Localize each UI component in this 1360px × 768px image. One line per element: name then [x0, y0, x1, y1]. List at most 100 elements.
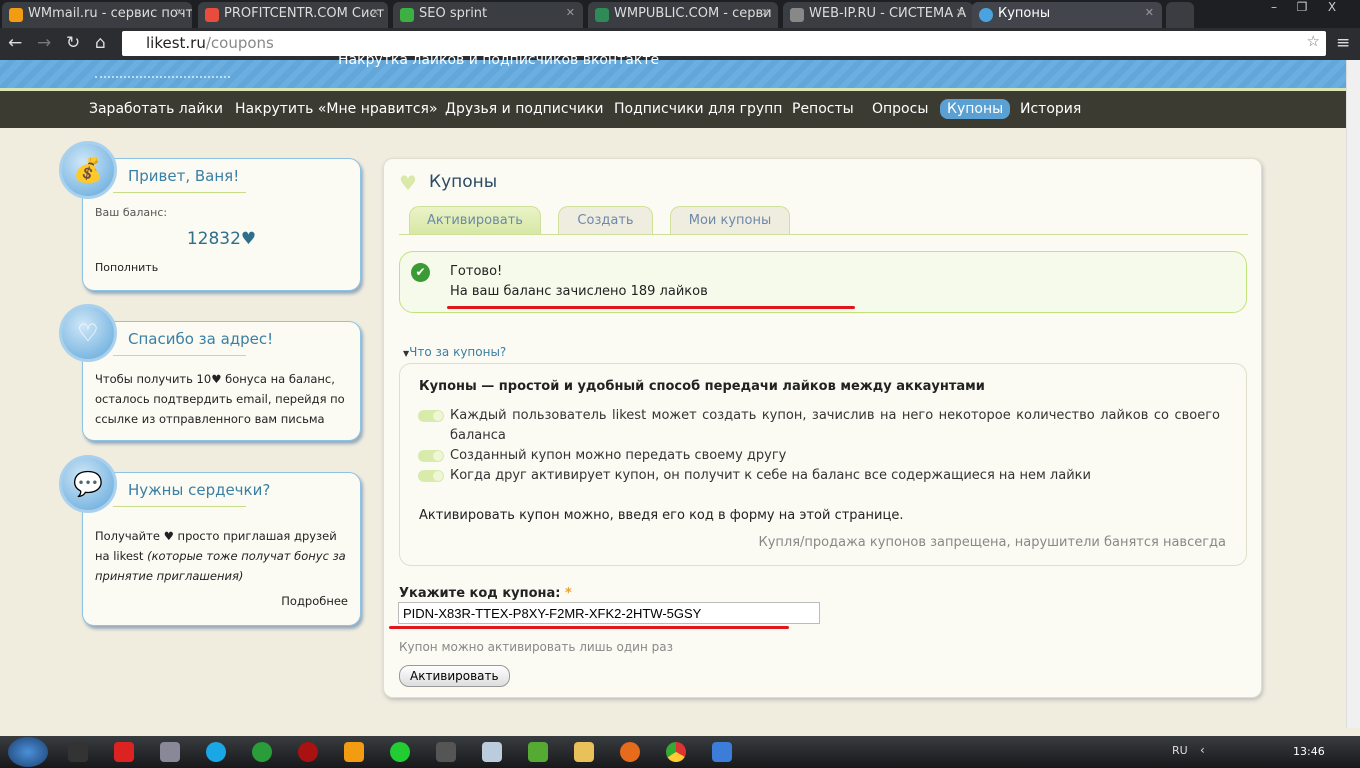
close-tab-icon[interactable]: ✕: [371, 6, 380, 19]
windows-taskbar: RU ‹ 13:46: [0, 736, 1360, 768]
tab-favicon-icon: [790, 8, 804, 22]
check-icon: ✔: [411, 263, 430, 282]
browser-tab[interactable]: WMmail.ru - сервис почт ✕: [2, 2, 192, 28]
menu-item-group-subscribers[interactable]: Подписчики для групп: [607, 99, 789, 119]
faq-box: Купоны — простой и удобный способ переда…: [399, 363, 1247, 566]
menu-item-polls[interactable]: Опросы: [865, 99, 935, 119]
browser-tab[interactable]: PROFITCENTR.COM Сист ✕: [198, 2, 388, 28]
home-icon[interactable]: ⌂: [95, 33, 106, 53]
tab-activate[interactable]: Активировать: [409, 206, 541, 235]
tab-label: Купоны: [998, 6, 1051, 21]
address-bar[interactable]: likest.ru/coupons ☆: [122, 31, 1326, 56]
notepad-icon[interactable]: [482, 742, 502, 762]
main-menu: Заработать лайки Накрутить «Мне нравится…: [0, 91, 1346, 128]
close-tab-icon[interactable]: ✕: [761, 6, 770, 19]
url-path: /coupons: [205, 34, 274, 52]
browser-tab[interactable]: SEO sprint ✕: [393, 2, 583, 28]
site-slogan: Накрутка лайков и подписчиков вконтакте: [338, 52, 660, 68]
red-underline-annotation: [389, 626, 789, 629]
reload-icon[interactable]: ↻: [66, 33, 80, 53]
app-icon[interactable]: [160, 742, 180, 762]
tab-favicon-icon: [595, 8, 609, 22]
restore-icon[interactable]: ❐: [1288, 0, 1316, 14]
forward-icon[interactable]: →: [37, 33, 51, 53]
more-link[interactable]: Подробнее: [281, 594, 348, 608]
language-indicator[interactable]: RU: [1172, 744, 1188, 757]
topup-link[interactable]: Пополнить: [95, 258, 158, 278]
message-text: На ваш баланс зачислено 189 лайков: [450, 284, 708, 299]
faq-warning: Купля/продажа купонов запрещена, нарушит…: [758, 535, 1227, 550]
coupons-panel: ♥ Купоны Активировать Создать Мои купоны…: [383, 158, 1262, 698]
app-icon[interactable]: [390, 742, 410, 762]
keyboard-icon[interactable]: [712, 742, 732, 762]
faq-toggle[interactable]: ▼Что за купоны?: [403, 345, 506, 359]
firefox-icon[interactable]: [620, 742, 640, 762]
utorrent-icon[interactable]: [252, 742, 272, 762]
coupon-code-input[interactable]: [398, 602, 820, 624]
close-window-icon[interactable]: X: [1318, 0, 1346, 14]
menu-item-coupons[interactable]: Купоны: [940, 99, 1011, 119]
tab-favicon-icon: [9, 8, 23, 22]
app-icon[interactable]: [68, 742, 88, 762]
card-title: Привет, Ваня!: [128, 167, 240, 185]
bookmark-star-icon[interactable]: ☆: [1307, 32, 1320, 50]
clock[interactable]: 13:46: [1293, 745, 1325, 758]
site-header: Накрутка лайков и подписчиков вконтакте: [0, 52, 1346, 88]
media-player-icon[interactable]: [344, 742, 364, 762]
balance-label: Ваш баланс:: [95, 206, 168, 219]
tab-label: SEO sprint: [419, 6, 488, 21]
bullet-icon: [418, 410, 444, 422]
menu-item-history[interactable]: История: [1013, 99, 1088, 119]
menu-item-earn[interactable]: Заработать лайки: [82, 99, 230, 119]
skype-icon[interactable]: [206, 742, 226, 762]
red-underline-annotation: [447, 306, 855, 309]
success-message: ✔ Готово! На ваш баланс зачислено 189 ла…: [399, 251, 1247, 313]
balance-value: 12832♥: [186, 229, 257, 249]
close-tab-icon[interactable]: ✕: [175, 6, 184, 19]
tray-expand-icon[interactable]: ‹: [1200, 743, 1205, 757]
heart-favicon-icon: [979, 8, 993, 22]
browser-tab[interactable]: WEB-IP.RU - СИСТЕМА А ✕: [783, 2, 973, 28]
bullet-icon: [418, 470, 444, 482]
browser-tab-active[interactable]: Купоны ✕: [972, 2, 1162, 28]
back-icon[interactable]: ←: [8, 33, 22, 53]
close-tab-icon[interactable]: ✕: [566, 6, 575, 19]
menu-item-reposts[interactable]: Репосты: [785, 99, 861, 119]
download-icon[interactable]: [528, 742, 548, 762]
email-card: ♡ Спасибо за адрес! Чтобы получить 10♥ б…: [59, 304, 361, 441]
app-icon[interactable]: [298, 742, 318, 762]
explorer-icon[interactable]: [574, 742, 594, 762]
menu-item-likes[interactable]: Накрутить «Мне нравится»: [228, 99, 445, 119]
card-text: Чтобы получить 10♥ бонуса на баланс, ост…: [95, 372, 345, 426]
scrollbar[interactable]: [1346, 60, 1360, 728]
menu-icon[interactable]: ≡: [1336, 33, 1350, 53]
chrome-icon[interactable]: [666, 742, 686, 762]
tab-label: WEB-IP.RU - СИСТЕМА А: [809, 6, 967, 21]
minimize-icon[interactable]: –: [1260, 0, 1288, 14]
tab-label: PROFITCENTR.COM Сист: [224, 6, 385, 21]
start-button[interactable]: [8, 737, 48, 767]
coupon-hint: Купон можно активировать лишь один раз: [399, 640, 673, 654]
app-icon[interactable]: [436, 742, 456, 762]
browser-toolbar: ← → ↻ ⌂ likest.ru/coupons ☆ ≡: [0, 28, 1360, 60]
invite-card: 💬 Нужны сердечки? Получайте ♥ просто при…: [59, 455, 361, 626]
app-icon[interactable]: [114, 742, 134, 762]
speech-bubble-icon: 💬: [59, 455, 117, 513]
faq-toggle-label: Что за купоны?: [409, 345, 507, 359]
tab-my-coupons[interactable]: Мои купоны: [670, 206, 790, 235]
tab-favicon-icon: [205, 8, 219, 22]
money-bag-icon: 💰: [59, 141, 117, 199]
faq-item: Созданный купон можно передать своему др…: [418, 446, 1220, 466]
coupon-code-label: Укажите код купона:: [399, 586, 561, 601]
url-host: likest.ru: [146, 34, 206, 52]
close-tab-icon[interactable]: ✕: [1145, 6, 1154, 19]
activate-button[interactable]: Активировать: [399, 665, 510, 687]
tab-favicon-icon: [400, 8, 414, 22]
browser-tab-strip: WMmail.ru - сервис почт ✕ PROFITCENTR.COM…: [0, 0, 1360, 28]
menu-item-friends[interactable]: Друзья и подписчики: [438, 99, 611, 119]
browser-tab[interactable]: WMPUBLIC.COM - серви ✕: [588, 2, 778, 28]
tab-create[interactable]: Создать: [558, 206, 653, 235]
new-tab-button[interactable]: [1166, 2, 1194, 28]
tab-label: WMPUBLIC.COM - серви: [614, 6, 772, 21]
close-tab-icon[interactable]: ✕: [956, 6, 965, 19]
